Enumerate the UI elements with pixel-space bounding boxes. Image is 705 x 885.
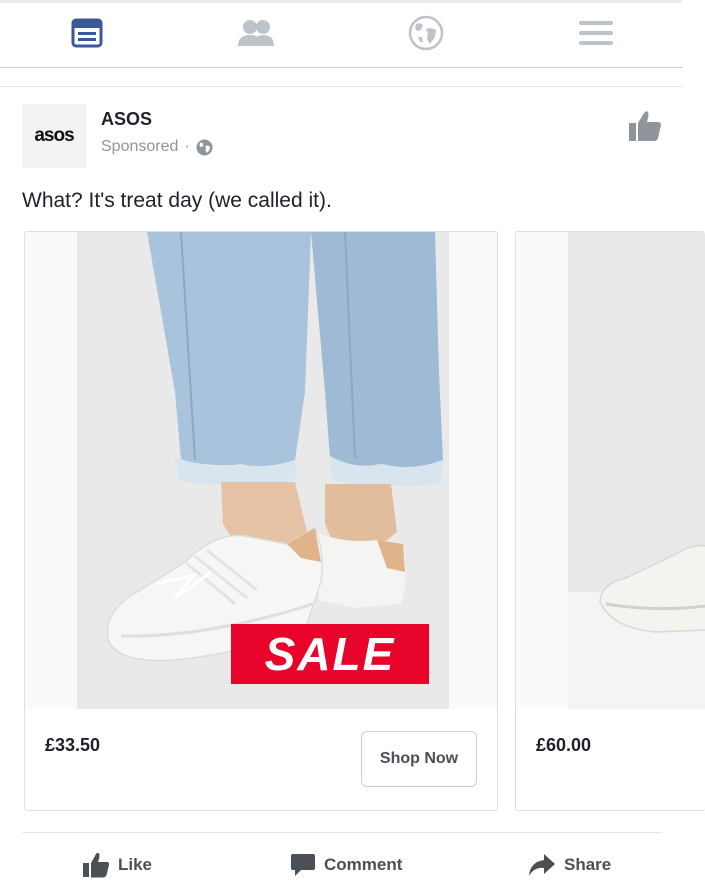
separator-dot: · <box>184 138 190 155</box>
avatar-logo-text: asos <box>34 125 74 146</box>
sale-badge: SALE <box>231 624 429 684</box>
friends-icon[interactable] <box>236 13 276 53</box>
page-name[interactable]: ASOS <box>101 109 152 130</box>
carousel-card[interactable]: SALE £33.50 Shop Now <box>24 231 498 811</box>
product-price: £33.50 <box>45 735 101 755</box>
sponsored-line: Sponsored · <box>101 138 213 156</box>
divider <box>0 86 682 87</box>
news-feed-icon[interactable] <box>67 13 107 53</box>
share-arrow-icon <box>528 853 556 877</box>
comment-button[interactable]: Comment <box>290 850 402 880</box>
product-image-sneaker-2[interactable] <box>516 232 705 709</box>
product-price: £60.00 <box>536 735 592 755</box>
carousel-card[interactable]: £60.00 <box>515 231 705 811</box>
share-button[interactable]: Share <box>528 850 611 880</box>
sale-badge-text: SALE <box>264 628 396 680</box>
share-label: Share <box>564 855 612 874</box>
divider <box>22 832 662 833</box>
thumbs-up-icon <box>82 852 110 878</box>
comment-icon <box>290 852 316 878</box>
comment-label: Comment <box>324 855 403 874</box>
globe-icon[interactable] <box>406 13 446 53</box>
shop-now-button[interactable]: Shop Now <box>361 731 477 787</box>
product-image-sneakers[interactable]: SALE <box>25 232 497 709</box>
like-label: Like <box>118 855 153 874</box>
sponsored-label: Sponsored <box>101 138 179 155</box>
post-caption: What? It's treat day (we called it). <box>22 189 332 212</box>
top-navigation-bar <box>0 0 682 68</box>
globe-privacy-icon <box>196 139 213 156</box>
menu-icon[interactable] <box>576 13 616 53</box>
like-button[interactable]: Like <box>82 850 152 880</box>
page-avatar[interactable]: asos <box>22 104 86 168</box>
like-page-icon[interactable] <box>628 110 662 142</box>
